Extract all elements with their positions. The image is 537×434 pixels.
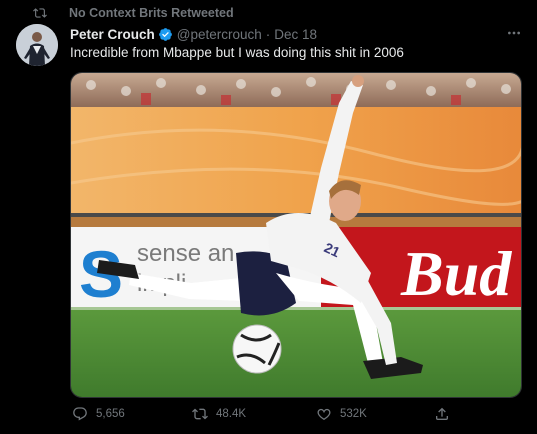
retweet-context[interactable]: No Context Brits Retweeted — [33, 5, 234, 21]
verified-badge-icon[interactable] — [158, 27, 173, 42]
avatar-image — [16, 24, 58, 66]
football-photo: S sense an impli Bud 21 — [71, 73, 521, 397]
tweet-photo[interactable]: S sense an impli Bud 21 — [70, 72, 522, 398]
tweet-text: Incredible from Mbappe but I was doing t… — [70, 45, 404, 60]
like-count: 532K — [340, 408, 367, 420]
retweet-action-icon — [192, 408, 208, 420]
avatar[interactable] — [16, 24, 58, 66]
tweet-date[interactable]: Dec 18 — [274, 27, 317, 42]
heart-icon — [317, 408, 331, 420]
author-name[interactable]: Peter Crouch — [70, 27, 155, 42]
like-button[interactable]: 532K — [316, 406, 367, 422]
ad-text-right: Bud — [400, 238, 512, 309]
author-handle[interactable]: @petercrouch — [177, 27, 262, 42]
ad-text-left: sense an — [137, 240, 234, 267]
reply-button[interactable]: 5,656 — [72, 406, 125, 422]
retweet-button[interactable]: 48.4K — [192, 406, 246, 422]
tweet-header: Peter Crouch @petercrouch · Dec 18 — [70, 25, 317, 43]
reply-icon — [73, 407, 87, 421]
more-icon — [508, 31, 520, 35]
tweet-actions: 5,656 48.4K 532K — [0, 406, 537, 428]
share-icon — [436, 407, 448, 420]
meta-separator: · — [265, 26, 271, 42]
share-button[interactable] — [434, 406, 458, 422]
retweet-label: No Context Brits Retweeted — [69, 6, 234, 20]
more-options-button[interactable] — [503, 24, 525, 42]
retweet-count: 48.4K — [216, 408, 247, 420]
retweet-icon — [33, 8, 47, 18]
reply-count: 5,656 — [96, 408, 125, 420]
